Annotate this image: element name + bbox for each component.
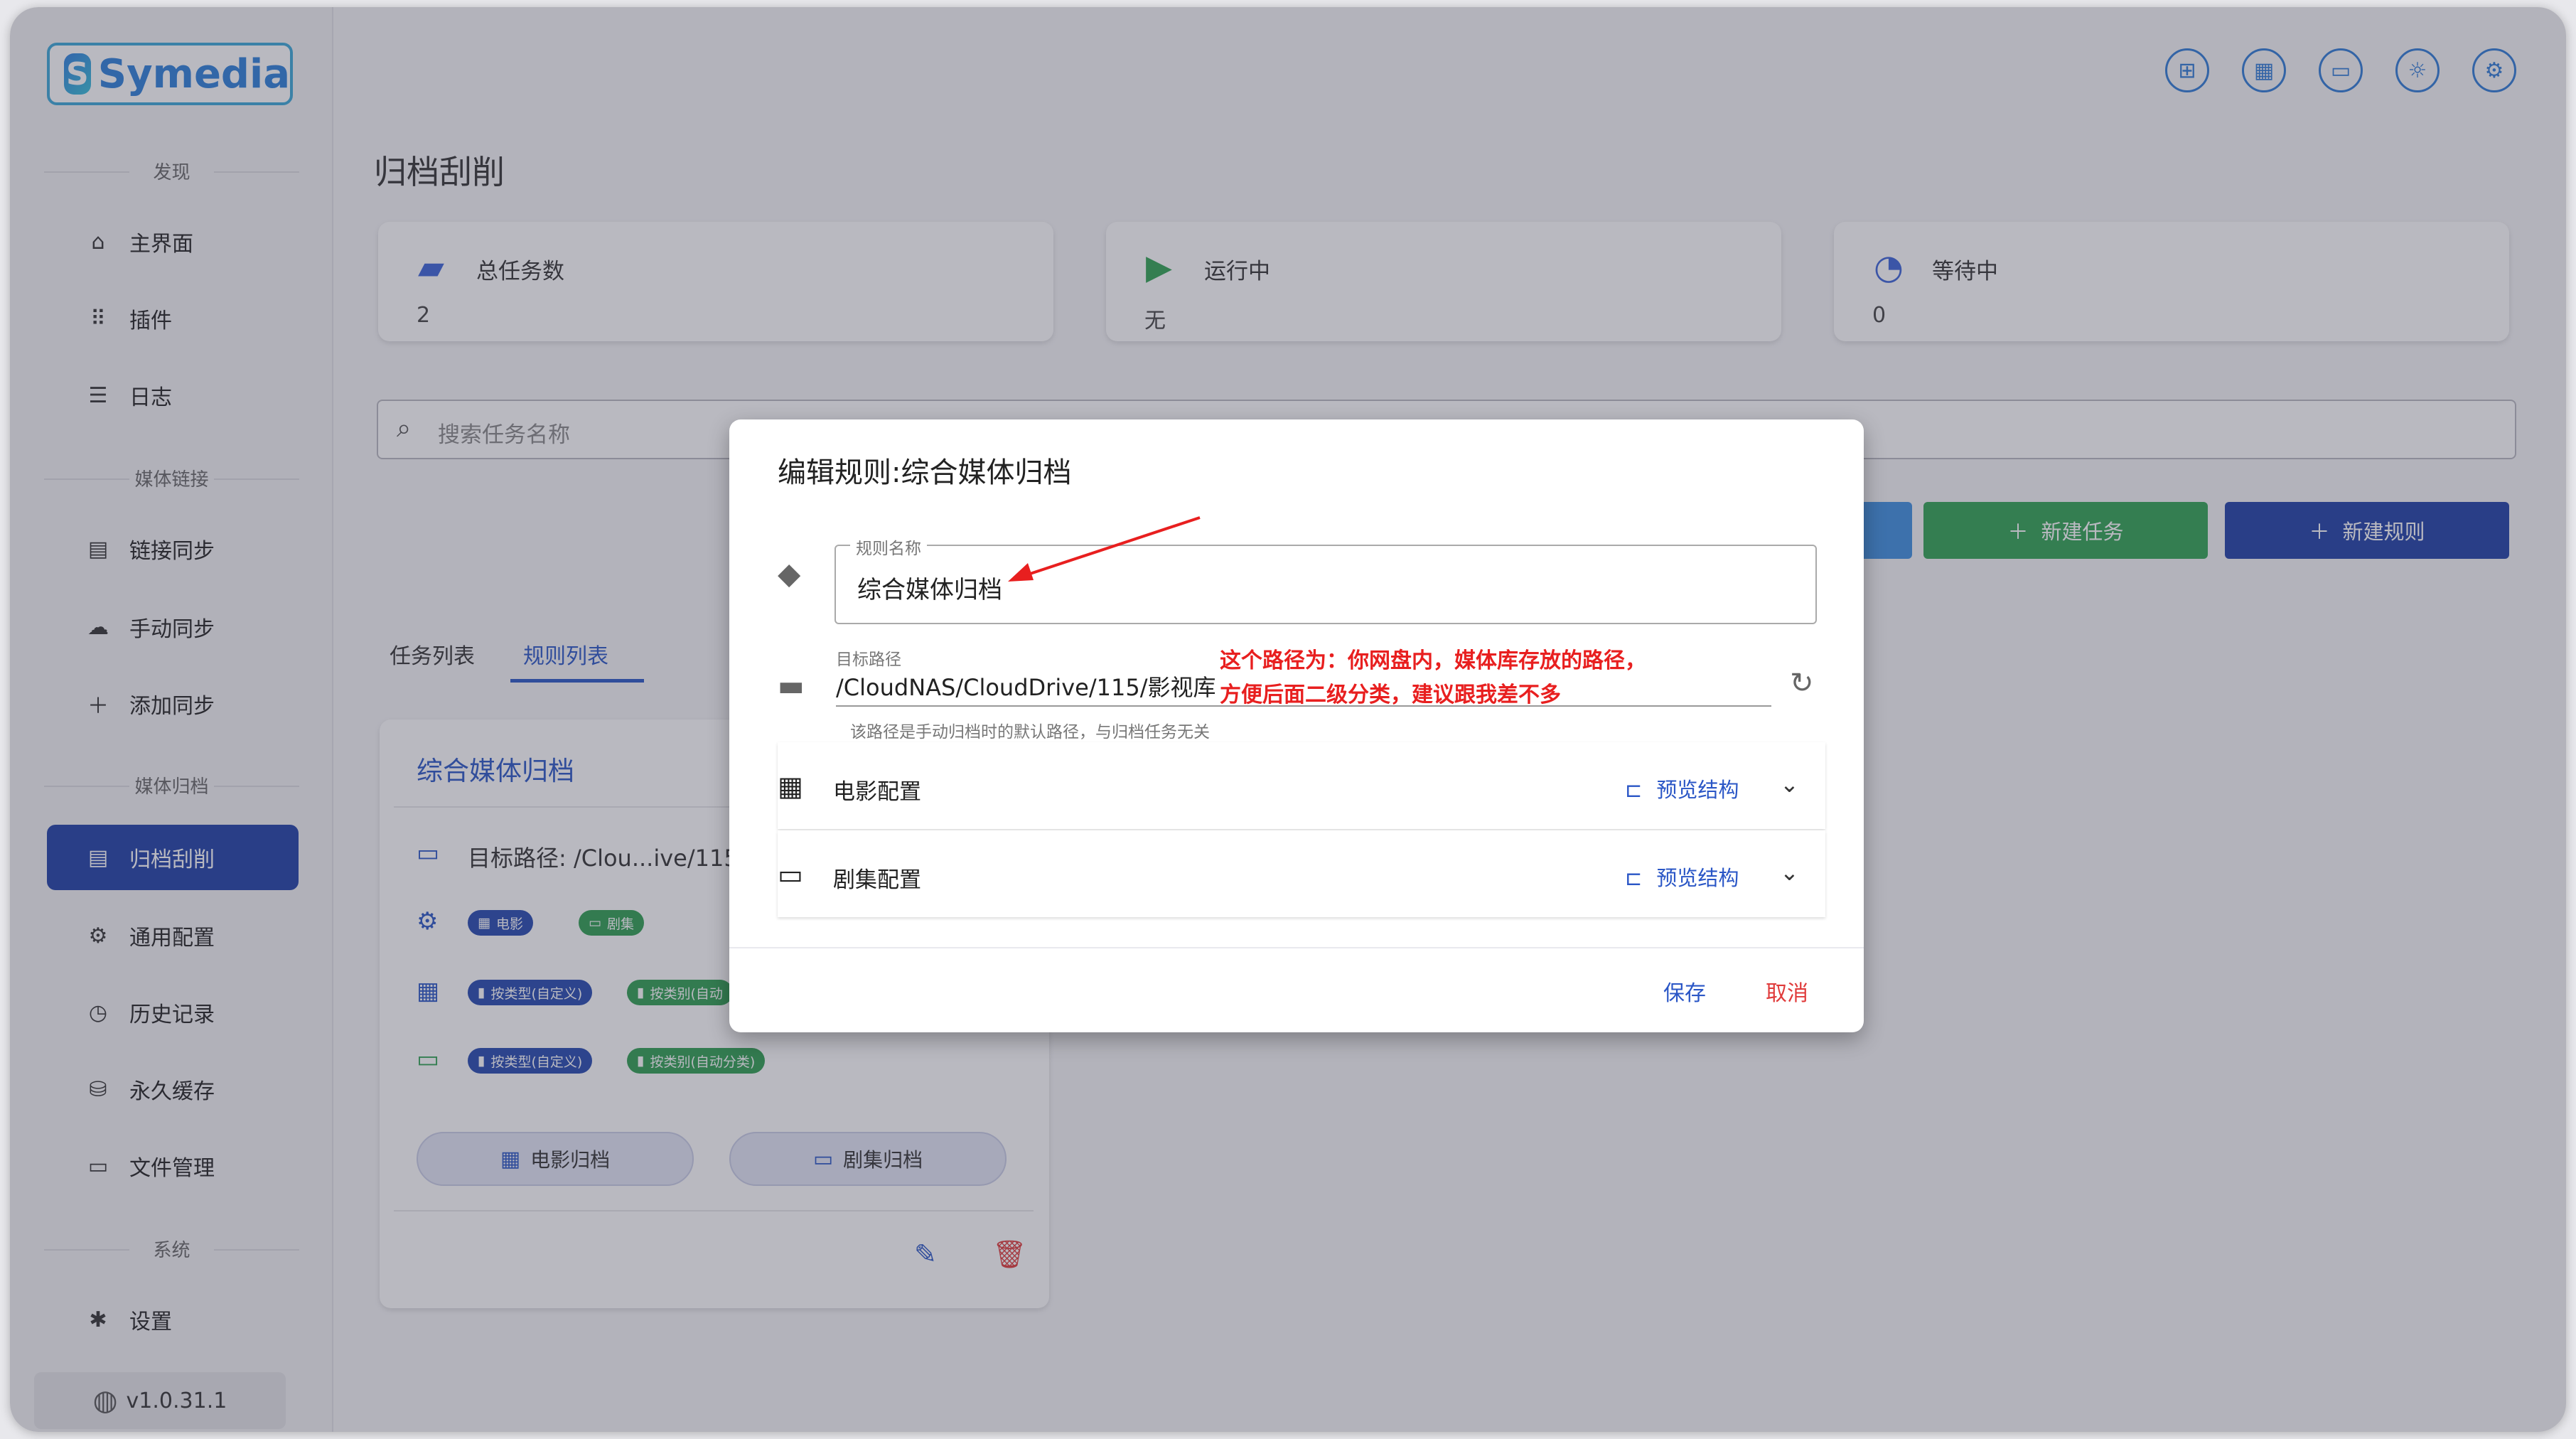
edit-rule-dialog: 编辑规则:综合媒体归档 ◆ 规则名称 综合媒体归档 ▬ 目标路径 /CloudN… [729, 419, 1864, 1032]
rule-name-field[interactable]: 规则名称 综合媒体归档 [834, 535, 1817, 624]
annotation-text: 这个路径为：你网盘内，媒体库存放的路径， 方便后面二级分类，建议跟我差不多 [1220, 644, 1646, 712]
tv-icon: ▭ [778, 859, 803, 890]
movie-config-label: 电影配置 [833, 779, 921, 805]
target-path-label: 目标路径 [836, 651, 901, 669]
target-path-input[interactable]: /CloudNAS/CloudDrive/115/影视库 [836, 670, 1215, 702]
folder-icon: ▬ [778, 670, 805, 702]
preview-label: 预览结构 [1656, 778, 1739, 802]
save-button[interactable]: 保存 [1663, 975, 1706, 1007]
tv-config-label: 剧集配置 [833, 867, 921, 893]
dialog-footer-divider [729, 947, 1864, 948]
dialog-title: 编辑规则:综合媒体归档 [778, 456, 1072, 489]
chevron-down-icon[interactable]: ⌄ [1780, 771, 1799, 798]
preview-structure-button[interactable]: ⊏ 预览结构 [1625, 774, 1739, 803]
rule-name-value: 综合媒体归档 [857, 576, 1002, 604]
movie-clapper-icon: ▦ [778, 771, 803, 802]
annotation-line: 这个路径为：你网盘内，媒体库存放的路径， [1220, 648, 1646, 673]
rule-name-label: 规则名称 [850, 535, 927, 559]
target-path-hint: 该路径是手动归档时的默认路径，与归档任务无关 [850, 723, 1210, 742]
movie-config-row[interactable]: ▦ 电影配置 ⊏ 预览结构 ⌄ [778, 742, 1825, 829]
preview-structure-button[interactable]: ⊏ 预览结构 [1625, 862, 1739, 892]
tree-icon: ⊏ [1625, 778, 1643, 802]
refresh-icon[interactable]: ↻ [1790, 667, 1814, 700]
tag-icon: ◆ [778, 556, 801, 591]
tv-config-row[interactable]: ▭ 剧集配置 ⊏ 预览结构 ⌄ [778, 830, 1825, 917]
annotation-arrow [1008, 516, 1201, 582]
preview-label: 预览结构 [1656, 866, 1739, 890]
chevron-down-icon[interactable]: ⌄ [1780, 859, 1799, 886]
cancel-button[interactable]: 取消 [1766, 975, 1808, 1007]
annotation-line: 方便后面二级分类，建议跟我差不多 [1220, 683, 1561, 707]
tree-icon: ⊏ [1625, 866, 1643, 890]
app-window: S Symedia 发现 ⌂ 主界面 ⠿ 插件 ☰ 日志 媒体链接 ▤ 链接同步… [10, 7, 2566, 1432]
